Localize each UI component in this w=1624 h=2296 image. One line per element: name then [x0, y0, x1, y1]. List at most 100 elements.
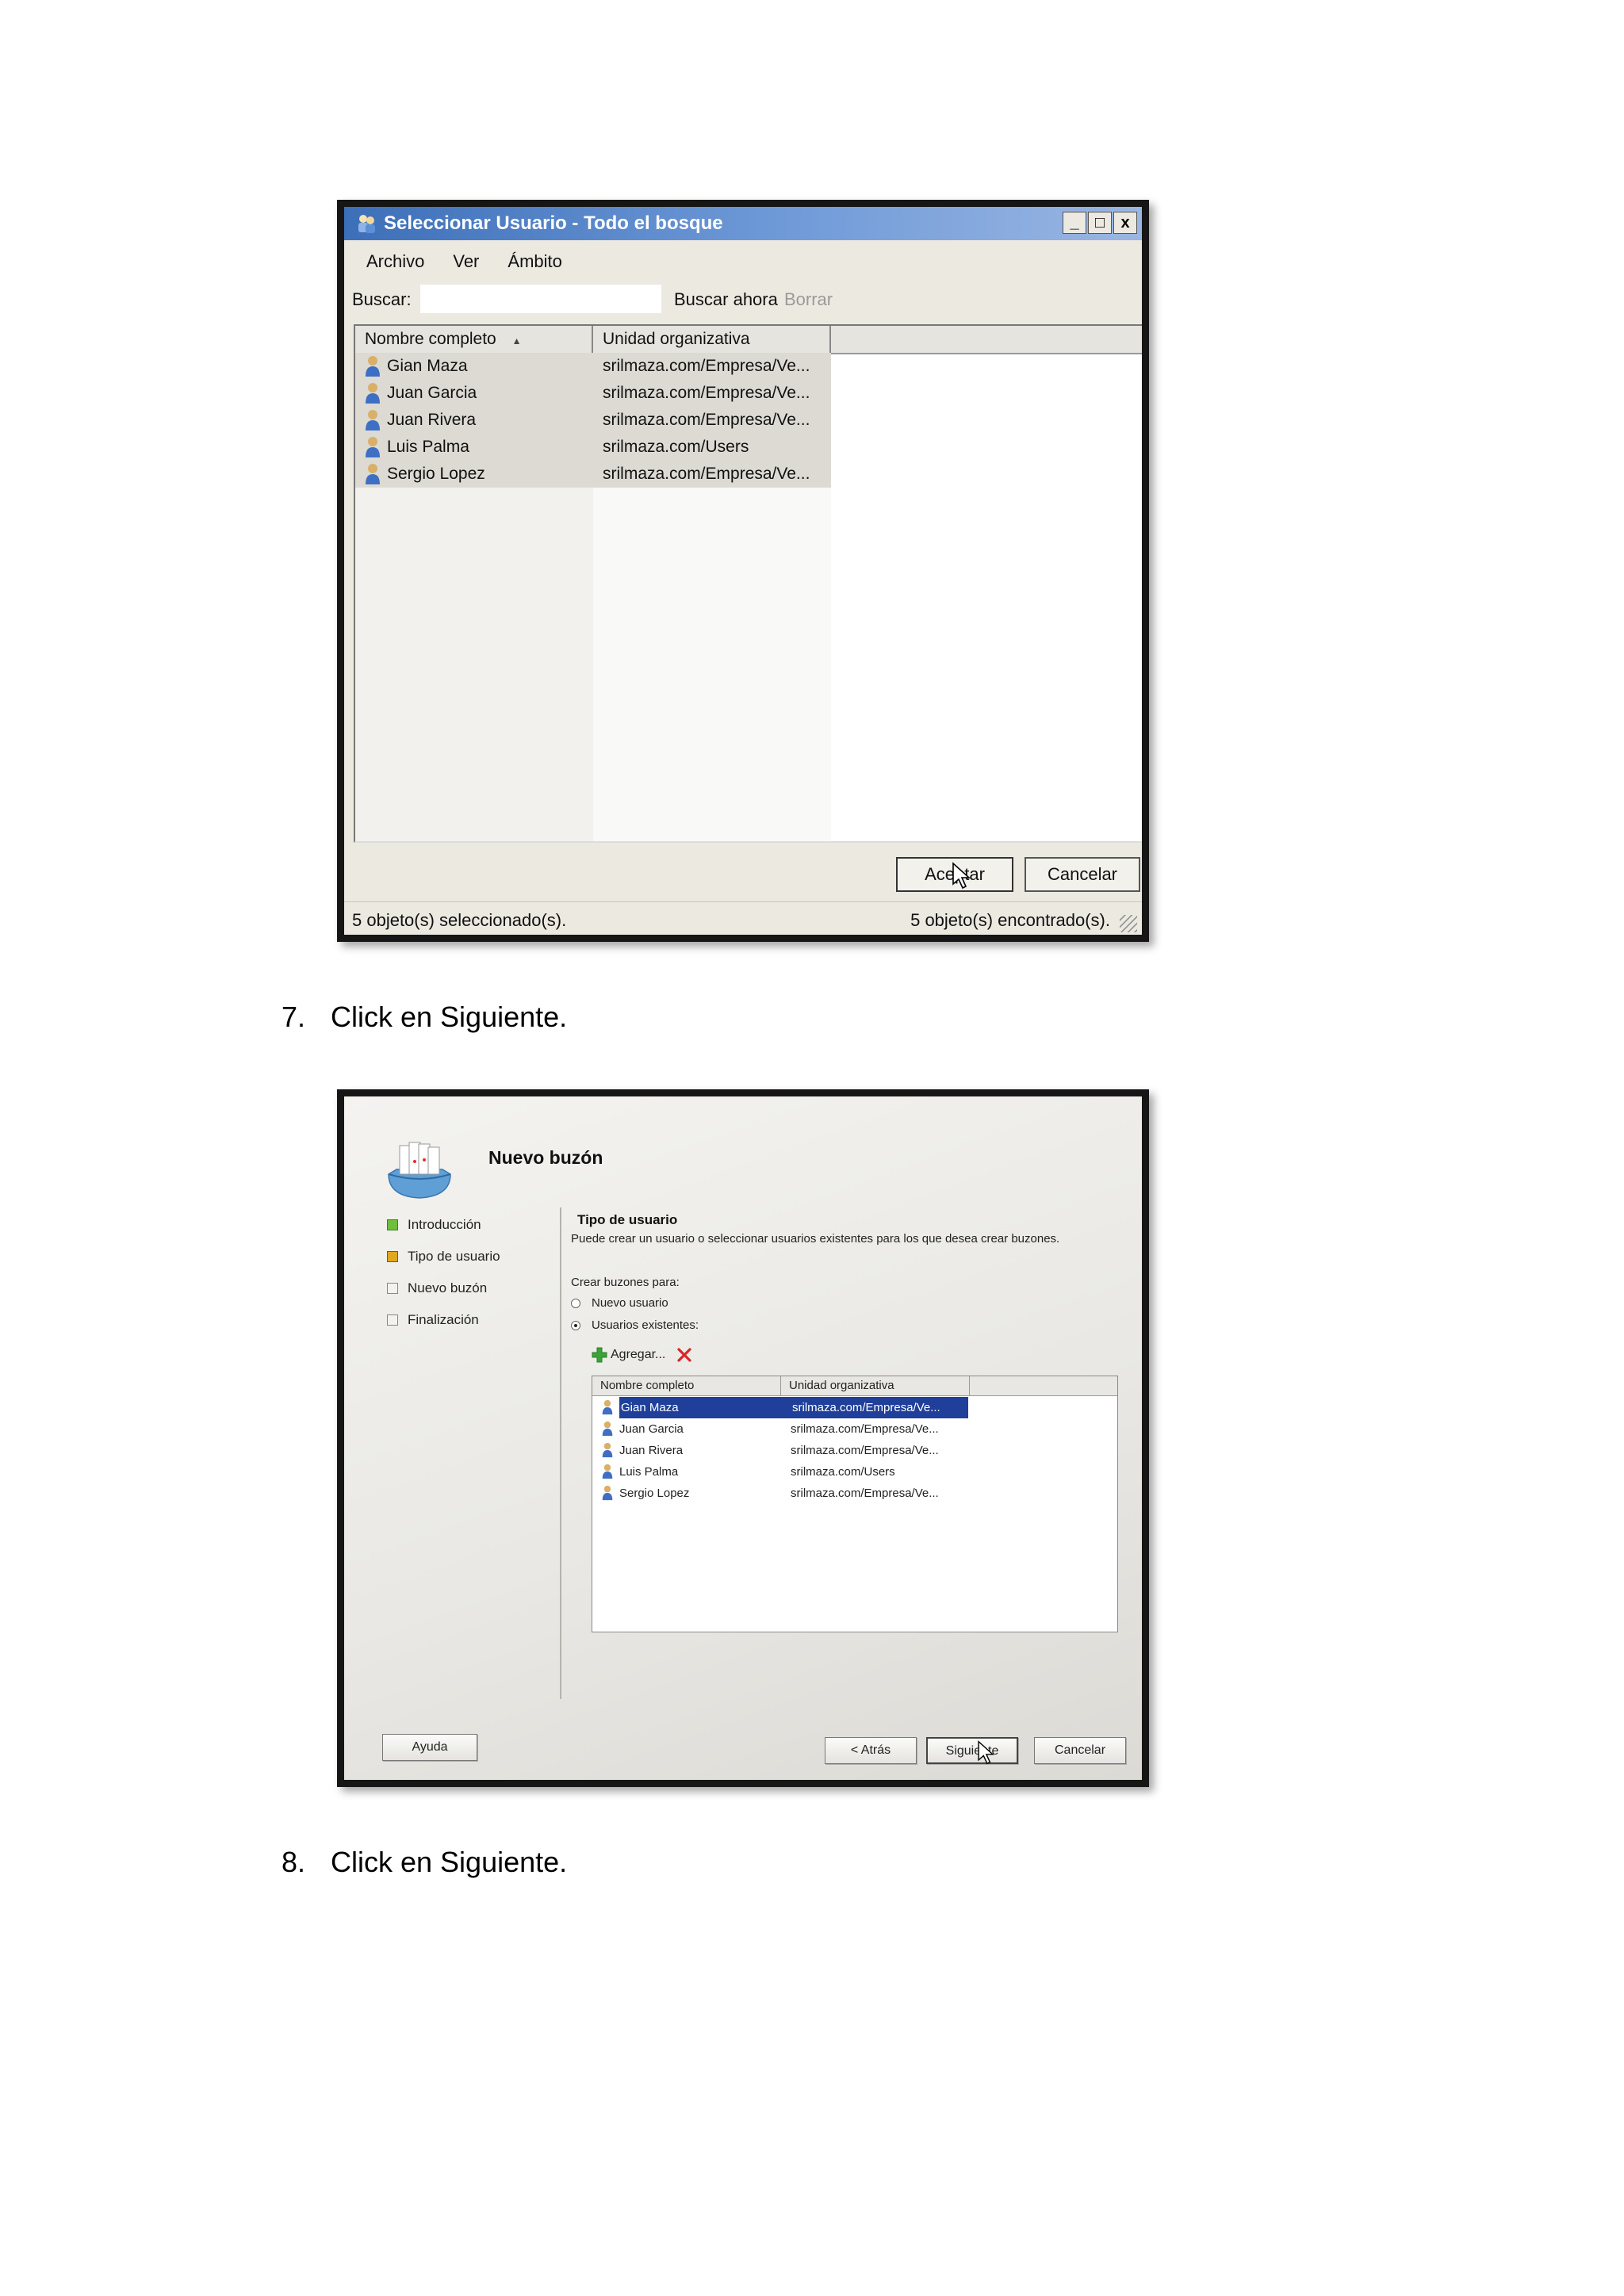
user-name: Sergio Lopez	[619, 1487, 690, 1500]
user-icon	[366, 464, 380, 484]
column-header-name[interactable]: Nombre completo	[592, 1376, 781, 1395]
nav-item-tipo-usuario: Tipo de usuario	[387, 1247, 500, 1279]
step-text: Click en Siguiente.	[331, 1001, 568, 1033]
step-8: 8. Click en Siguiente.	[282, 1846, 567, 1879]
radio-nuevo-usuario[interactable]: Nuevo usuario	[571, 1296, 668, 1310]
column-header-label: Unidad organizativa	[603, 330, 750, 348]
column-header-label: Nombre completo	[365, 330, 496, 348]
user-icon	[366, 410, 380, 430]
radio-label: Usuarios existentes:	[592, 1318, 699, 1332]
add-icon	[592, 1347, 607, 1363]
user-icon	[602, 1442, 613, 1458]
radio-button[interactable]	[571, 1299, 580, 1309]
list-header: Nombre completo Unidad organizativa	[592, 1376, 1117, 1396]
back-button[interactable]: < Atrás	[825, 1737, 917, 1764]
user-name: Juan Rivera	[619, 1444, 684, 1457]
nav-item-nuevo-buzon: Nuevo buzón	[387, 1279, 500, 1311]
remove-icon[interactable]	[676, 1347, 692, 1363]
user-icon	[602, 1485, 613, 1501]
user-ou: srilmaza.com/Empresa/Ve...	[791, 1487, 939, 1500]
clear-button[interactable]: Borrar	[784, 289, 833, 310]
step-number: 7.	[282, 1001, 306, 1033]
radio-button[interactable]	[571, 1321, 580, 1331]
nav-item-label: Tipo de usuario	[408, 1249, 500, 1264]
menu-archivo[interactable]: Archivo	[366, 251, 424, 272]
table-row[interactable]: Luis Palma srilmaza.com/Users	[592, 1461, 970, 1483]
user-name: Luis Palma	[619, 1465, 679, 1479]
table-row[interactable]: Juan Rivera srilmaza.com/Empresa/Ve...	[592, 1440, 970, 1461]
minimize-button[interactable]: _	[1063, 212, 1086, 234]
column-header-ou[interactable]: Unidad organizativa	[781, 1376, 970, 1395]
wizard-title: Nuevo buzón	[488, 1147, 603, 1168]
user-list[interactable]: Nombre completo ▲ Unidad organizativa Gi…	[354, 324, 1142, 843]
menu-ver[interactable]: Ver	[453, 251, 479, 272]
wizard-steps-nav: Introducción Tipo de usuario Nuevo buzón…	[387, 1215, 500, 1342]
table-row[interactable]: Juan Garcia srilmaza.com/Empresa/Ve...	[592, 1418, 970, 1440]
menu-bar: Archivo Ver Ámbito	[366, 251, 562, 272]
table-row[interactable]: Sergio Lopez srilmaza.com/Empresa/Ve...	[355, 461, 831, 488]
user-name: Juan Garcia	[387, 384, 477, 402]
resize-grip-icon[interactable]	[1120, 915, 1137, 932]
user-name: Gian Maza	[387, 357, 468, 375]
create-for-label: Crear buzones para:	[571, 1276, 680, 1289]
user-name: Juan Garcia	[619, 1422, 684, 1436]
select-user-dialog: Seleccionar Usuario - Todo el bosque _ □…	[337, 200, 1149, 942]
user-name: Juan Rivera	[387, 411, 477, 429]
nav-item-label: Nuevo buzón	[408, 1280, 488, 1295]
radio-usuarios-existentes[interactable]: Usuarios existentes:	[571, 1318, 699, 1332]
cancel-button[interactable]: Cancelar	[1034, 1737, 1126, 1764]
step-number: 8.	[282, 1846, 306, 1878]
table-row[interactable]: Gian Maza srilmaza.com/Empresa/Ve...	[592, 1397, 970, 1418]
maximize-button[interactable]: □	[1088, 212, 1112, 234]
user-icon	[366, 356, 380, 377]
user-icon	[602, 1421, 613, 1437]
next-button[interactable]: Siguiente	[926, 1737, 1018, 1764]
add-button[interactable]: Agregar...	[592, 1347, 665, 1363]
menu-ambito[interactable]: Ámbito	[508, 251, 561, 272]
status-found: 5 objeto(s) encontrado(s).	[910, 910, 1110, 930]
dialog-title-bar[interactable]: Seleccionar Usuario - Todo el bosque _ □…	[344, 207, 1142, 240]
mouse-cursor-icon	[952, 862, 971, 890]
dialog-title: Seleccionar Usuario - Todo el bosque	[384, 212, 723, 234]
table-row[interactable]: Juan Garcia srilmaza.com/Empresa/Ve...	[355, 380, 831, 407]
sort-ascending-icon: ▲	[511, 335, 522, 346]
nav-item-label: Finalización	[408, 1312, 479, 1327]
help-button[interactable]: Ayuda	[382, 1734, 477, 1761]
step-text: Click en Siguiente.	[331, 1846, 568, 1878]
users-icon	[358, 215, 375, 233]
table-row[interactable]: Sergio Lopez srilmaza.com/Empresa/Ve...	[592, 1483, 970, 1504]
nav-item-introduccion: Introducción	[387, 1215, 500, 1247]
user-ou: srilmaza.com/Users	[791, 1465, 895, 1479]
user-icon	[602, 1399, 613, 1415]
user-icon	[366, 437, 380, 457]
user-icon	[366, 383, 380, 404]
section-title: Tipo de usuario	[577, 1212, 678, 1227]
table-row[interactable]: Luis Palma srilmaza.com/Users	[355, 434, 831, 461]
user-ou: srilmaza.com/Empresa/Ve...	[603, 465, 810, 483]
cancel-button[interactable]: Cancelar	[1025, 857, 1140, 892]
step-7: 7. Click en Siguiente.	[282, 1001, 567, 1034]
new-mailbox-wizard: Nuevo buzón Introducción Tipo de usuario…	[337, 1089, 1149, 1787]
step-done-icon	[387, 1219, 398, 1230]
close-button[interactable]: x	[1113, 212, 1137, 234]
search-row: Buscar: Buscar ahora Borrar	[344, 283, 1142, 315]
user-name: Luis Palma	[387, 438, 469, 456]
existing-users-list[interactable]: Nombre completo Unidad organizativa Gian…	[592, 1376, 1118, 1632]
table-row[interactable]: Gian Maza srilmaza.com/Empresa/Ve...	[355, 353, 831, 380]
column-header-ou[interactable]: Unidad organizativa	[593, 326, 831, 353]
table-row[interactable]: Juan Rivera srilmaza.com/Empresa/Ve...	[355, 407, 831, 434]
mouse-cursor-icon	[978, 1740, 994, 1765]
user-ou: srilmaza.com/Empresa/Ve...	[791, 1397, 968, 1418]
user-ou: srilmaza.com/Empresa/Ve...	[603, 411, 810, 429]
search-label: Buscar:	[352, 289, 412, 309]
user-ou: srilmaza.com/Empresa/Ve...	[791, 1422, 939, 1436]
user-name: Sergio Lopez	[387, 465, 485, 483]
nav-item-finalizacion: Finalización	[387, 1311, 500, 1342]
mailbox-icon	[388, 1142, 451, 1199]
section-description: Puede crear un usuario o seleccionar usu…	[571, 1232, 1060, 1246]
radio-label: Nuevo usuario	[592, 1296, 668, 1310]
search-input[interactable]	[420, 285, 661, 313]
search-now-button[interactable]: Buscar ahora	[674, 289, 778, 310]
column-header-name[interactable]: Nombre completo ▲	[355, 326, 593, 353]
user-icon	[602, 1464, 613, 1479]
